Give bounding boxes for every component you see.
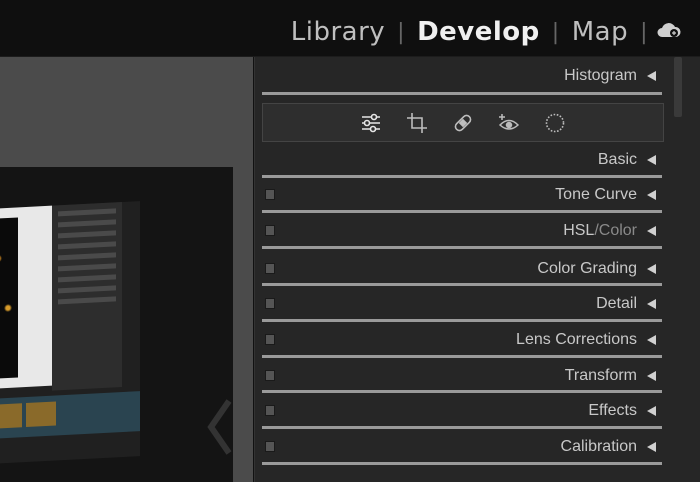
section-divider (262, 319, 662, 322)
module-picker: Library | Develop | Map | (291, 12, 660, 52)
healing-icon[interactable] (451, 111, 475, 135)
panel-toggle-switch[interactable] (265, 334, 275, 345)
section-divider (262, 355, 662, 358)
panel-toggle-switch[interactable] (265, 189, 275, 200)
hsl-tab[interactable]: HSL (563, 222, 594, 239)
collapse-triangle-icon (647, 371, 656, 381)
section-divider (262, 390, 662, 393)
panel-toggle-switch[interactable] (265, 298, 275, 309)
module-separator: | (640, 19, 648, 45)
photo-preview (0, 167, 233, 482)
panel-header-effects[interactable]: Effects (262, 395, 662, 427)
image-preview-area[interactable] (0, 57, 253, 482)
panel-toggle-switch[interactable] (265, 263, 275, 274)
chevron-left-icon (207, 399, 232, 455)
module-separator: | (397, 19, 406, 45)
collapse-triangle-icon (647, 299, 656, 309)
collapse-triangle-icon (647, 335, 656, 345)
panel-header-transform[interactable]: Transform (262, 360, 662, 392)
photo-content (0, 201, 140, 464)
tool-strip (262, 103, 664, 142)
module-library[interactable]: Library (291, 17, 385, 47)
collapse-triangle-icon (647, 71, 656, 81)
red-eye-icon[interactable] (497, 111, 521, 135)
module-develop[interactable]: Develop (417, 17, 540, 47)
module-map[interactable]: Map (572, 17, 628, 47)
panel-toggle-switch[interactable] (265, 225, 275, 236)
panel-header-basic[interactable]: Basic (262, 144, 662, 176)
panel-header-calibration[interactable]: Calibration (262, 431, 662, 463)
panel-header-hsl-color[interactable]: HSL/Color (262, 215, 662, 247)
collapse-triangle-icon (647, 190, 656, 200)
panel-header-lens-corrections[interactable]: Lens Corrections (262, 324, 662, 356)
panel-toggle-switch[interactable] (265, 441, 275, 452)
crop-icon[interactable] (405, 111, 429, 135)
section-divider (262, 175, 662, 178)
section-divider (262, 246, 662, 249)
histogram-label: Histogram (564, 67, 637, 84)
cloud-sync-icon[interactable] (656, 20, 682, 40)
section-divider (262, 210, 662, 213)
panel-header-detail[interactable]: Detail (262, 288, 662, 320)
section-divider (262, 426, 662, 429)
effects-label: Effects (588, 402, 637, 419)
module-picker-bar: Library | Develop | Map | (0, 0, 700, 57)
collapse-triangle-icon (647, 406, 656, 416)
section-divider (262, 462, 662, 465)
detail-label: Detail (596, 295, 637, 312)
section-divider (262, 92, 662, 95)
panel-header-tone-curve[interactable]: Tone Curve (262, 179, 662, 211)
calibration-label: Calibration (560, 438, 637, 455)
panel-toggle-switch[interactable] (265, 370, 275, 381)
tone-curve-label: Tone Curve (555, 186, 637, 203)
color-grading-label: Color Grading (537, 260, 637, 277)
panel-header-histogram[interactable]: Histogram (262, 60, 662, 92)
scrollbar-thumb[interactable] (674, 57, 682, 117)
collapse-triangle-icon (647, 264, 656, 274)
panel-toggle-switch[interactable] (265, 405, 275, 416)
lens-corrections-label: Lens Corrections (516, 331, 637, 348)
transform-label: Transform (564, 367, 637, 384)
module-separator: | (551, 19, 560, 45)
panel-scrollbar[interactable] (670, 57, 700, 482)
collapse-triangle-icon (647, 155, 656, 165)
masking-icon[interactable] (543, 111, 567, 135)
color-tab[interactable]: Color (599, 222, 637, 239)
basic-label: Basic (597, 151, 637, 168)
collapse-triangle-icon (647, 442, 656, 452)
section-divider (262, 283, 662, 286)
hsl-color-label: HSL/Color (563, 222, 637, 240)
collapse-triangle-icon (647, 226, 656, 236)
edit-sliders-icon[interactable] (359, 111, 383, 135)
panel-header-color-grading[interactable]: Color Grading (262, 253, 662, 285)
